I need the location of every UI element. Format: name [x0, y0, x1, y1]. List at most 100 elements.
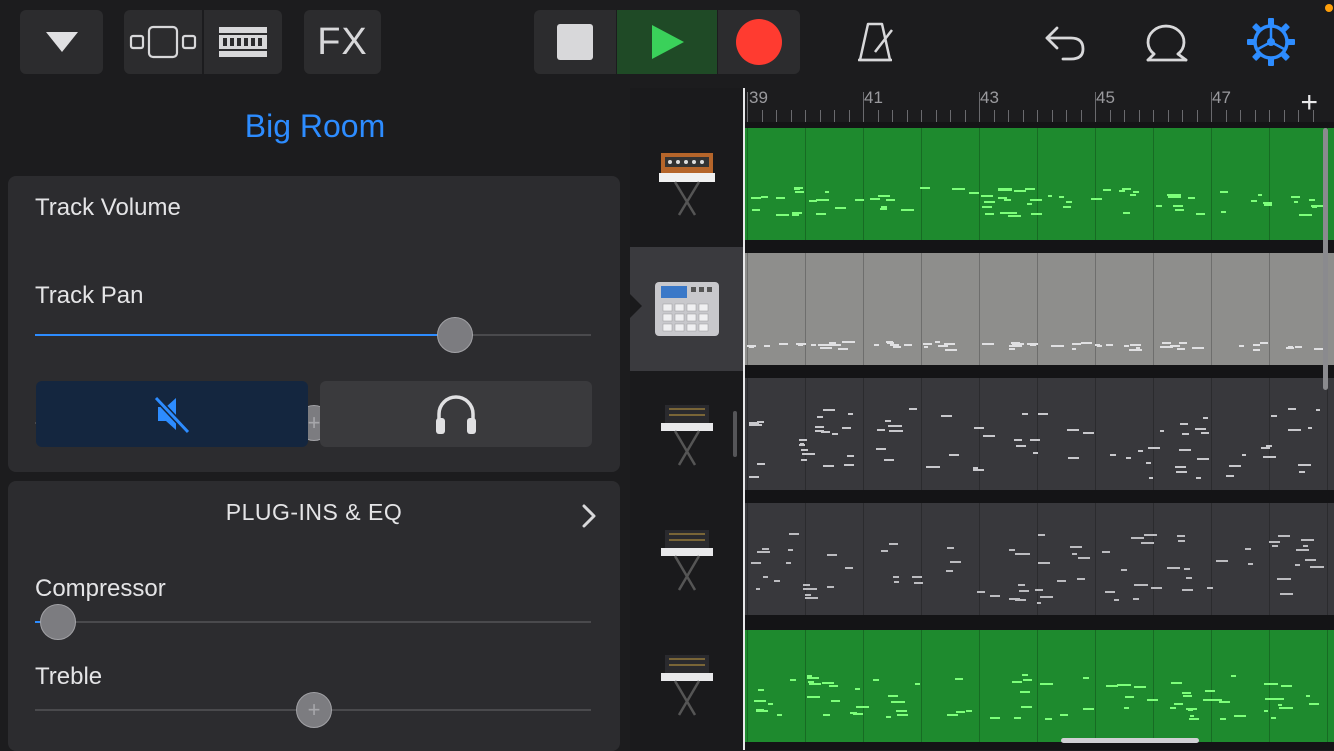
midi-note [1009, 345, 1023, 348]
midi-note [1009, 347, 1015, 350]
grid-line [921, 128, 922, 240]
midi-note [1129, 194, 1136, 197]
mute-button[interactable] [36, 381, 308, 447]
midi-note [984, 212, 995, 215]
midi-note [1295, 345, 1303, 348]
midi-note [912, 576, 922, 579]
midi-note [775, 214, 790, 217]
midi-note [1003, 199, 1011, 202]
track-header-4[interactable] [630, 497, 743, 621]
midi-note [1068, 457, 1080, 460]
chevron-right-icon[interactable] [581, 503, 597, 529]
grid-line [1211, 128, 1212, 240]
resize-handle[interactable] [733, 411, 737, 457]
add-section-button[interactable]: + [1300, 88, 1318, 118]
midi-note [815, 212, 827, 215]
midi-note [1268, 541, 1281, 544]
midi-note [1071, 342, 1082, 345]
plugins-eq-header[interactable]: PLUG-INS & EQ [8, 499, 620, 526]
midi-note [1162, 341, 1171, 344]
midi-note [1182, 692, 1192, 695]
compressor-slider-track [35, 621, 591, 623]
midi-note [798, 444, 805, 447]
timeline-ruler[interactable]: 39 41 43 45 47 + [743, 88, 1334, 123]
ruler-tick [1095, 92, 1096, 122]
tracks-view-button[interactable] [124, 10, 202, 74]
midi-note [779, 343, 789, 346]
midi-note [1263, 456, 1277, 459]
track-volume-knob[interactable] [437, 317, 473, 353]
midi-note [1082, 677, 1090, 680]
midi-note [1182, 432, 1190, 435]
midi-note [1182, 695, 1193, 698]
grid-line [1037, 378, 1038, 490]
midi-note [1257, 193, 1263, 196]
track-header-5[interactable] [630, 622, 743, 746]
headphones-icon [436, 395, 476, 434]
undo-button[interactable] [1030, 10, 1100, 74]
ruler-tick [1109, 110, 1111, 122]
fx-button[interactable]: FX [304, 10, 381, 74]
midi-note [801, 459, 807, 462]
midi-note [1123, 706, 1129, 709]
region-track-4[interactable] [743, 503, 1334, 615]
midi-note [790, 678, 797, 681]
track-header-2[interactable] [630, 247, 743, 371]
toolbar: FX [0, 0, 1334, 88]
midi-note [944, 348, 957, 351]
midi-note [1077, 577, 1086, 580]
midi-note [801, 452, 816, 455]
midi-note [888, 694, 899, 697]
region-track-2[interactable] [743, 253, 1334, 365]
live-loops-button[interactable] [204, 10, 282, 74]
record-button[interactable] [718, 10, 800, 74]
midi-note [1008, 215, 1022, 217]
play-button[interactable] [617, 10, 717, 74]
midi-note [1264, 682, 1278, 685]
midi-note [880, 550, 889, 553]
treble-knob[interactable]: + [296, 692, 332, 728]
midi-note [748, 423, 763, 426]
midi-note [888, 424, 902, 427]
ruler-tick [819, 110, 821, 122]
playhead[interactable] [743, 88, 745, 750]
midi-note [1097, 345, 1102, 348]
grid-line [863, 503, 864, 615]
midi-note [1204, 689, 1216, 692]
midi-note [1188, 717, 1199, 720]
midi-note [762, 547, 769, 550]
track-volume-fill [35, 334, 454, 336]
region-track-3[interactable] [743, 378, 1334, 490]
ruler-tick [1037, 110, 1038, 122]
ruler-tick [1269, 110, 1270, 122]
region-track-1[interactable] [743, 128, 1334, 240]
midi-note [1077, 556, 1091, 559]
loop-browser-button[interactable] [1132, 10, 1202, 74]
browser-dropdown-button[interactable] [20, 10, 103, 74]
selected-track-pointer [630, 294, 642, 318]
midi-note [757, 551, 771, 554]
vertical-scrollbar[interactable] [1323, 128, 1328, 390]
midi-note [1026, 202, 1032, 205]
midi-note [955, 711, 965, 714]
track-header-1[interactable] [630, 122, 743, 246]
track-header-3[interactable] [630, 372, 743, 496]
metronome-button[interactable] [840, 10, 910, 74]
midi-note [1278, 703, 1283, 706]
midi-note [1301, 538, 1314, 541]
region-track-5[interactable] [743, 630, 1334, 742]
midi-note [1191, 346, 1198, 349]
midi-note [1316, 408, 1321, 411]
compressor-knob[interactable] [40, 604, 76, 640]
stop-button[interactable] [534, 10, 616, 74]
midi-note [1202, 698, 1216, 701]
midi-note [1123, 212, 1130, 215]
midi-note [892, 345, 901, 348]
grid-line [747, 378, 748, 490]
midi-note [1302, 545, 1308, 548]
midi-note [811, 343, 817, 346]
solo-button[interactable] [320, 381, 592, 447]
track-title: Big Room [244, 108, 386, 144]
midi-note [1278, 535, 1291, 538]
settings-button[interactable] [1236, 10, 1306, 74]
